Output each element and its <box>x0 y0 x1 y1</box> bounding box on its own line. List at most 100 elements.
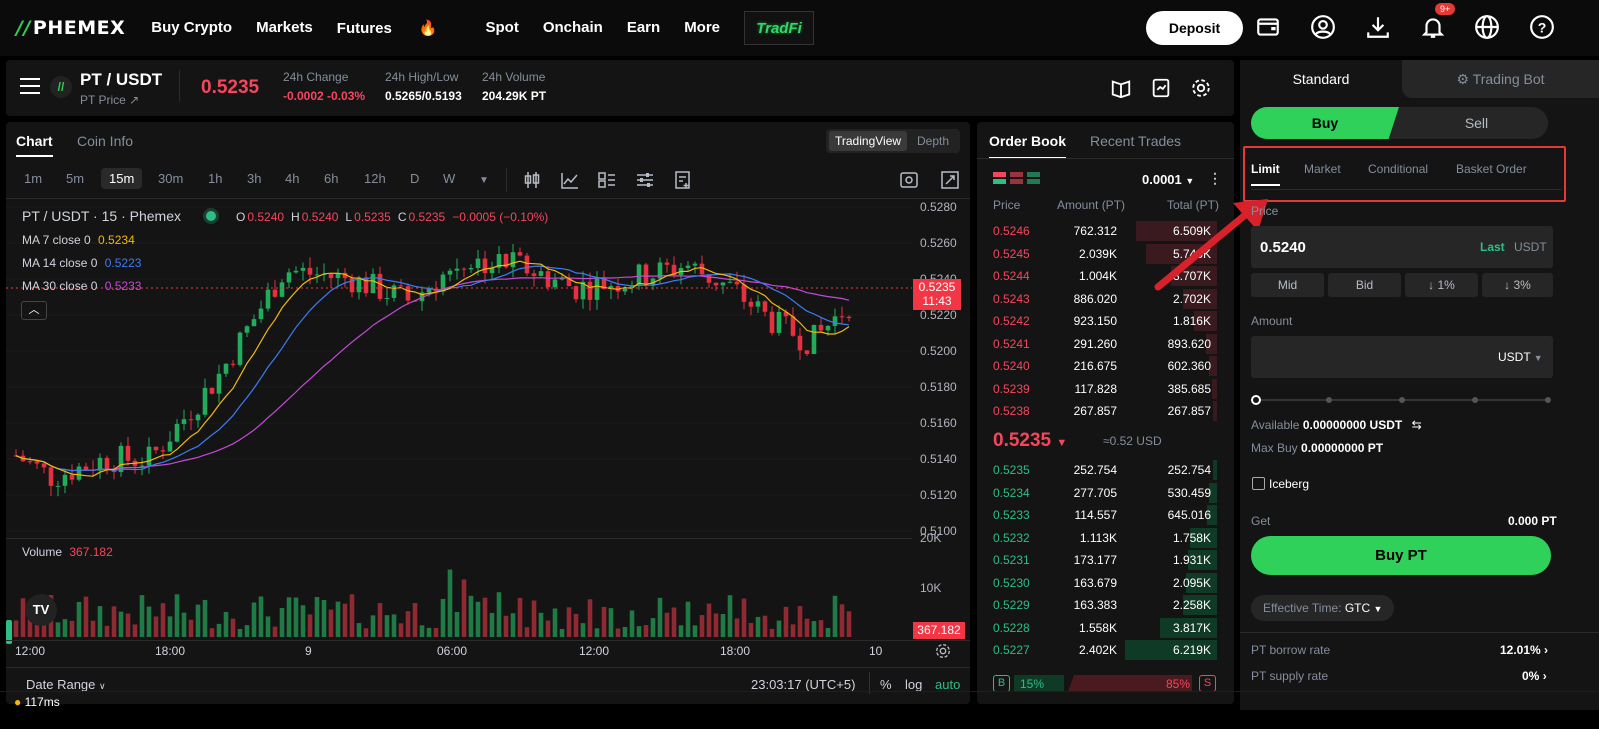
axis-settings-icon[interactable] <box>934 642 952 660</box>
order-type-limit[interactable]: Limit <box>1251 162 1280 186</box>
menu-icon[interactable] <box>20 78 40 94</box>
template-icon[interactable] <box>673 170 693 190</box>
bid-row[interactable]: 0.5234 277.705 530.459 <box>985 482 1225 504</box>
borrow-rate-value[interactable]: 12.01% › <box>1500 643 1548 657</box>
slider-tick[interactable] <box>1326 397 1332 403</box>
nav-more[interactable]: More <box>684 19 720 37</box>
nav-spot[interactable]: Spot <box>485 19 518 37</box>
indicator-icon[interactable] <box>560 170 580 190</box>
tf-more-chevron-icon[interactable]: ▼ <box>479 175 489 186</box>
settings-gear-icon[interactable] <box>1190 77 1212 99</box>
tab-recent-trades[interactable]: Recent Trades <box>1090 133 1181 149</box>
nav-buy-crypto[interactable]: Buy Crypto <box>151 19 232 37</box>
help-icon[interactable]: ? <box>1529 14 1555 40</box>
nav-earn[interactable]: Earn <box>627 19 660 37</box>
tradfi-banner[interactable]: TradFi <box>744 11 815 45</box>
tab-order-book[interactable]: Order Book <box>989 133 1067 159</box>
more-options-icon[interactable]: ⋮ <box>1208 170 1222 187</box>
ask-row[interactable]: 0.5241 291.260 893.620 <box>985 333 1225 355</box>
amount-slider-handle[interactable] <box>1251 395 1261 405</box>
candle-type-icon[interactable] <box>522 170 542 190</box>
deposit-button[interactable]: Deposit <box>1146 11 1243 45</box>
quick-mid-button[interactable]: Mid <box>1251 273 1324 297</box>
sell-toggle[interactable]: Sell <box>1405 107 1548 139</box>
candlestick-chart[interactable] <box>6 200 970 670</box>
auto-toggle[interactable]: auto <box>935 677 960 692</box>
tf-4h[interactable]: 4h <box>285 171 299 186</box>
book-asks-icon[interactable] <box>1010 172 1023 184</box>
order-type-market[interactable]: Market <box>1304 162 1341 176</box>
ob-mid-price[interactable]: 0.5235 ▼ <box>993 430 1067 452</box>
tf-1m[interactable]: 1m <box>24 171 42 186</box>
book-both-icon[interactable] <box>993 172 1006 184</box>
tradingview-logo-icon[interactable]: TV <box>25 594 57 626</box>
ask-row[interactable]: 0.5242 923.150 1.816K <box>985 310 1225 332</box>
amount-unit-select[interactable]: USDT ▼ <box>1498 350 1543 364</box>
bid-row[interactable]: 0.5231 173.177 1.931K <box>985 549 1225 571</box>
tradingview-toggle[interactable]: TradingView <box>829 131 908 151</box>
iceberg-checkbox[interactable] <box>1252 477 1265 490</box>
report-icon[interactable] <box>1150 77 1172 99</box>
pair-name[interactable]: PT / USDT <box>80 70 162 90</box>
pair-subtitle[interactable]: PT Price ↗ <box>80 93 139 107</box>
download-icon[interactable] <box>1365 14 1391 40</box>
bid-row[interactable]: 0.5230 163.679 2.095K <box>985 572 1225 594</box>
percent-toggle[interactable]: % <box>880 677 892 692</box>
quick-minus3-button[interactable]: ↓ 3% <box>1482 273 1553 297</box>
nav-futures[interactable]: Futures 🔥 <box>337 19 462 37</box>
date-range-dropdown[interactable]: Date Range ∨ <box>26 677 106 692</box>
tf-12h[interactable]: 12h <box>364 171 386 186</box>
tf-d[interactable]: D <box>410 171 419 186</box>
order-type-basket[interactable]: Basket Order <box>1456 162 1527 176</box>
tab-standard[interactable]: Standard <box>1240 60 1402 98</box>
ask-row[interactable]: 0.5238 267.857 267.857 <box>985 400 1225 422</box>
collapse-legend-button[interactable]: ︿ <box>21 301 47 320</box>
ask-row[interactable]: 0.5240 216.675 602.360 <box>985 355 1225 377</box>
tf-5m[interactable]: 5m <box>66 171 84 186</box>
bid-row[interactable]: 0.5232 1.113K 1.758K <box>985 527 1225 549</box>
tf-6h[interactable]: 6h <box>324 171 338 186</box>
effective-time-select[interactable]: Effective Time: GTC ▼ <box>1251 595 1394 621</box>
phemex-logo[interactable]: //PHEMEX <box>16 17 125 39</box>
layout-icon[interactable] <box>597 170 617 190</box>
tf-1h[interactable]: 1h <box>208 171 222 186</box>
bid-row[interactable]: 0.5235 252.754 252.754 <box>985 459 1225 481</box>
precision-select[interactable]: 0.0001 ▼ <box>1142 172 1194 187</box>
tab-trading-bot[interactable]: ⚙ Trading Bot <box>1402 60 1599 98</box>
order-type-conditional[interactable]: Conditional <box>1368 162 1428 176</box>
last-price-button[interactable]: Last <box>1480 240 1505 254</box>
tab-chart[interactable]: Chart <box>16 133 53 163</box>
depth-toggle[interactable]: Depth <box>917 134 949 148</box>
log-toggle[interactable]: log <box>905 677 922 692</box>
slider-tick[interactable] <box>1472 397 1478 403</box>
slider-tick[interactable] <box>1399 397 1405 403</box>
fullscreen-icon[interactable] <box>940 170 960 190</box>
globe-icon[interactable] <box>1474 14 1500 40</box>
buy-pt-button[interactable]: Buy PT <box>1251 536 1551 575</box>
tf-15m[interactable]: 15m <box>101 168 143 189</box>
nav-onchain[interactable]: Onchain <box>543 19 603 37</box>
tab-coin-info[interactable]: Coin Info <box>77 133 133 149</box>
slider-tick[interactable] <box>1545 397 1551 403</box>
transfer-icon[interactable]: ⇆ <box>1412 418 1422 432</box>
bid-row[interactable]: 0.5228 1.558K 3.817K <box>985 617 1225 639</box>
wallet-icon[interactable] <box>1255 14 1281 40</box>
book-icon[interactable] <box>1110 77 1132 99</box>
quick-bid-button[interactable]: Bid <box>1328 273 1401 297</box>
user-icon[interactable] <box>1310 14 1336 40</box>
tf-30m[interactable]: 30m <box>158 171 183 186</box>
bid-row[interactable]: 0.5227 2.402K 6.219K <box>985 639 1225 661</box>
book-bids-icon[interactable] <box>1027 172 1040 184</box>
sliders-icon[interactable] <box>635 170 655 190</box>
bid-row[interactable]: 0.5233 114.557 645.016 <box>985 504 1225 526</box>
quick-minus1-button[interactable]: ↓ 1% <box>1405 273 1478 297</box>
nav-markets[interactable]: Markets <box>256 19 313 37</box>
tf-w[interactable]: W <box>443 171 455 186</box>
supply-rate-value[interactable]: 0% › <box>1522 669 1547 683</box>
ask-row[interactable]: 0.5239 117.828 385.685 <box>985 378 1225 400</box>
bell-icon[interactable] <box>1420 14 1446 40</box>
screenshot-icon[interactable] <box>899 170 919 190</box>
buy-toggle[interactable]: Buy <box>1251 107 1399 139</box>
tf-3h[interactable]: 3h <box>247 171 261 186</box>
bid-row[interactable]: 0.5229 163.383 2.258K <box>985 594 1225 616</box>
